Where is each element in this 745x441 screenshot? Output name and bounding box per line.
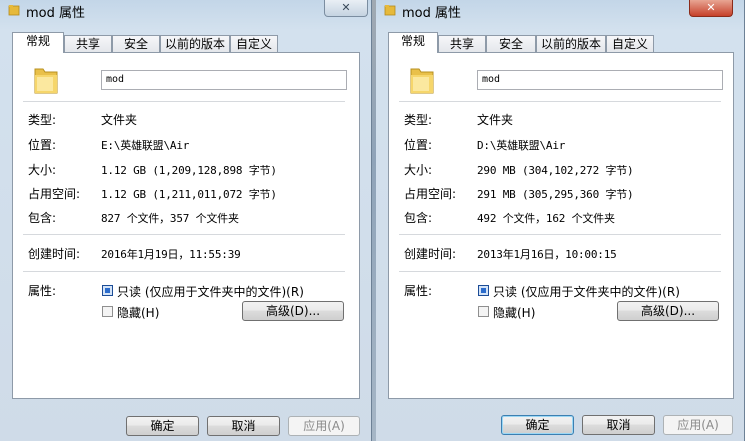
title-bar[interactable]: mod 属性 ✕ (376, 0, 744, 22)
properties-window-d-drive: mod 属性 ✕ 常规 共享 安全 以前的版本 自定义 mod 类型: 文件夹 … (376, 0, 745, 441)
attributes-label: 属性: (404, 284, 433, 298)
general-panel: mod 类型: 文件夹 位置: D:\英雄联盟\Air 大小: 290 MB (… (388, 52, 734, 399)
location-label: 位置: (28, 138, 57, 152)
hidden-checkbox-label[interactable]: 隐藏(H) (493, 304, 535, 321)
apply-button[interactable]: 应用(A) (663, 415, 733, 435)
tab-customize[interactable]: 自定义 (230, 35, 278, 52)
tab-security[interactable]: 安全 (112, 35, 160, 52)
type-label: 类型: (404, 113, 433, 127)
window-title: mod 属性 (402, 6, 462, 21)
folder-name-input[interactable]: mod (477, 70, 723, 90)
folder-icon (8, 5, 20, 16)
attributes-label: 属性: (28, 284, 57, 298)
created-label: 创建时间: (28, 247, 81, 261)
size-value: 1.12 GB (1,209,128,898 字节) (101, 164, 277, 177)
tab-security[interactable]: 安全 (486, 35, 536, 52)
readonly-checkbox-label[interactable]: 只读 (仅应用于文件夹中的文件)(R) (493, 283, 680, 300)
folder-name-input[interactable]: mod (101, 70, 347, 90)
tab-previous-versions[interactable]: 以前的版本 (536, 35, 606, 52)
folder-icon (34, 68, 58, 94)
title-bar[interactable]: mod 属性 ✕ (0, 0, 371, 22)
tab-general[interactable]: 常规 (12, 32, 64, 53)
type-value: 文件夹 (101, 113, 138, 127)
readonly-checkbox-label[interactable]: 只读 (仅应用于文件夹中的文件)(R) (117, 283, 304, 300)
advanced-button[interactable]: 高级(D)... (617, 301, 719, 321)
contains-value: 827 个文件，357 个文件夹 (101, 212, 239, 225)
general-panel: mod 类型: 文件夹 位置: E:\英雄联盟\Air 大小: 1.12 GB … (12, 52, 360, 399)
location-value: E:\英雄联盟\Air (101, 139, 190, 152)
folder-icon (410, 68, 434, 94)
ok-button[interactable]: 确定 (126, 416, 199, 436)
tab-general[interactable]: 常规 (388, 32, 438, 53)
properties-window-e-drive: mod 属性 ✕ 常规 共享 安全 以前的版本 自定义 mod 类型: 文件夹 … (0, 0, 372, 441)
type-value: 文件夹 (477, 113, 514, 127)
hidden-checkbox[interactable] (478, 306, 489, 317)
hidden-checkbox-label[interactable]: 隐藏(H) (117, 304, 159, 321)
created-value: 2016年1月19日，11:55:39 (101, 248, 241, 261)
separator (23, 271, 345, 272)
type-label: 类型: (28, 113, 57, 127)
readonly-checkbox[interactable] (102, 285, 113, 296)
separator (399, 234, 721, 235)
close-button[interactable]: ✕ (689, 0, 733, 17)
tab-previous-versions[interactable]: 以前的版本 (160, 35, 230, 52)
window-title: mod 属性 (26, 6, 86, 21)
size-label: 大小: (28, 163, 57, 177)
created-label: 创建时间: (404, 247, 457, 261)
tab-customize[interactable]: 自定义 (606, 35, 654, 52)
size-on-disk-label: 占用空间: (404, 187, 457, 201)
readonly-checkbox[interactable] (478, 285, 489, 296)
ok-button[interactable]: 确定 (501, 415, 574, 435)
apply-button[interactable]: 应用(A) (288, 416, 360, 436)
size-on-disk-label: 占用空间: (28, 187, 81, 201)
separator (23, 101, 345, 102)
size-value: 290 MB (304,102,272 字节) (477, 164, 634, 177)
advanced-button[interactable]: 高级(D)... (242, 301, 344, 321)
close-button[interactable]: ✕ (324, 0, 368, 17)
size-on-disk-value: 1.12 GB (1,211,011,072 字节) (101, 188, 277, 201)
size-on-disk-value: 291 MB (305,295,360 字节) (477, 188, 634, 201)
contains-label: 包含: (28, 211, 57, 225)
contains-value: 492 个文件，162 个文件夹 (477, 212, 615, 225)
tab-sharing[interactable]: 共享 (438, 35, 486, 52)
hidden-checkbox[interactable] (102, 306, 113, 317)
cancel-button[interactable]: 取消 (582, 415, 655, 435)
created-value: 2013年1月16日，10:00:15 (477, 248, 617, 261)
contains-label: 包含: (404, 211, 433, 225)
separator (23, 234, 345, 235)
tab-sharing[interactable]: 共享 (64, 35, 112, 52)
cancel-button[interactable]: 取消 (207, 416, 280, 436)
folder-icon (384, 5, 396, 16)
size-label: 大小: (404, 163, 433, 177)
location-label: 位置: (404, 138, 433, 152)
separator (399, 271, 721, 272)
separator (399, 101, 721, 102)
location-value: D:\英雄联盟\Air (477, 139, 566, 152)
